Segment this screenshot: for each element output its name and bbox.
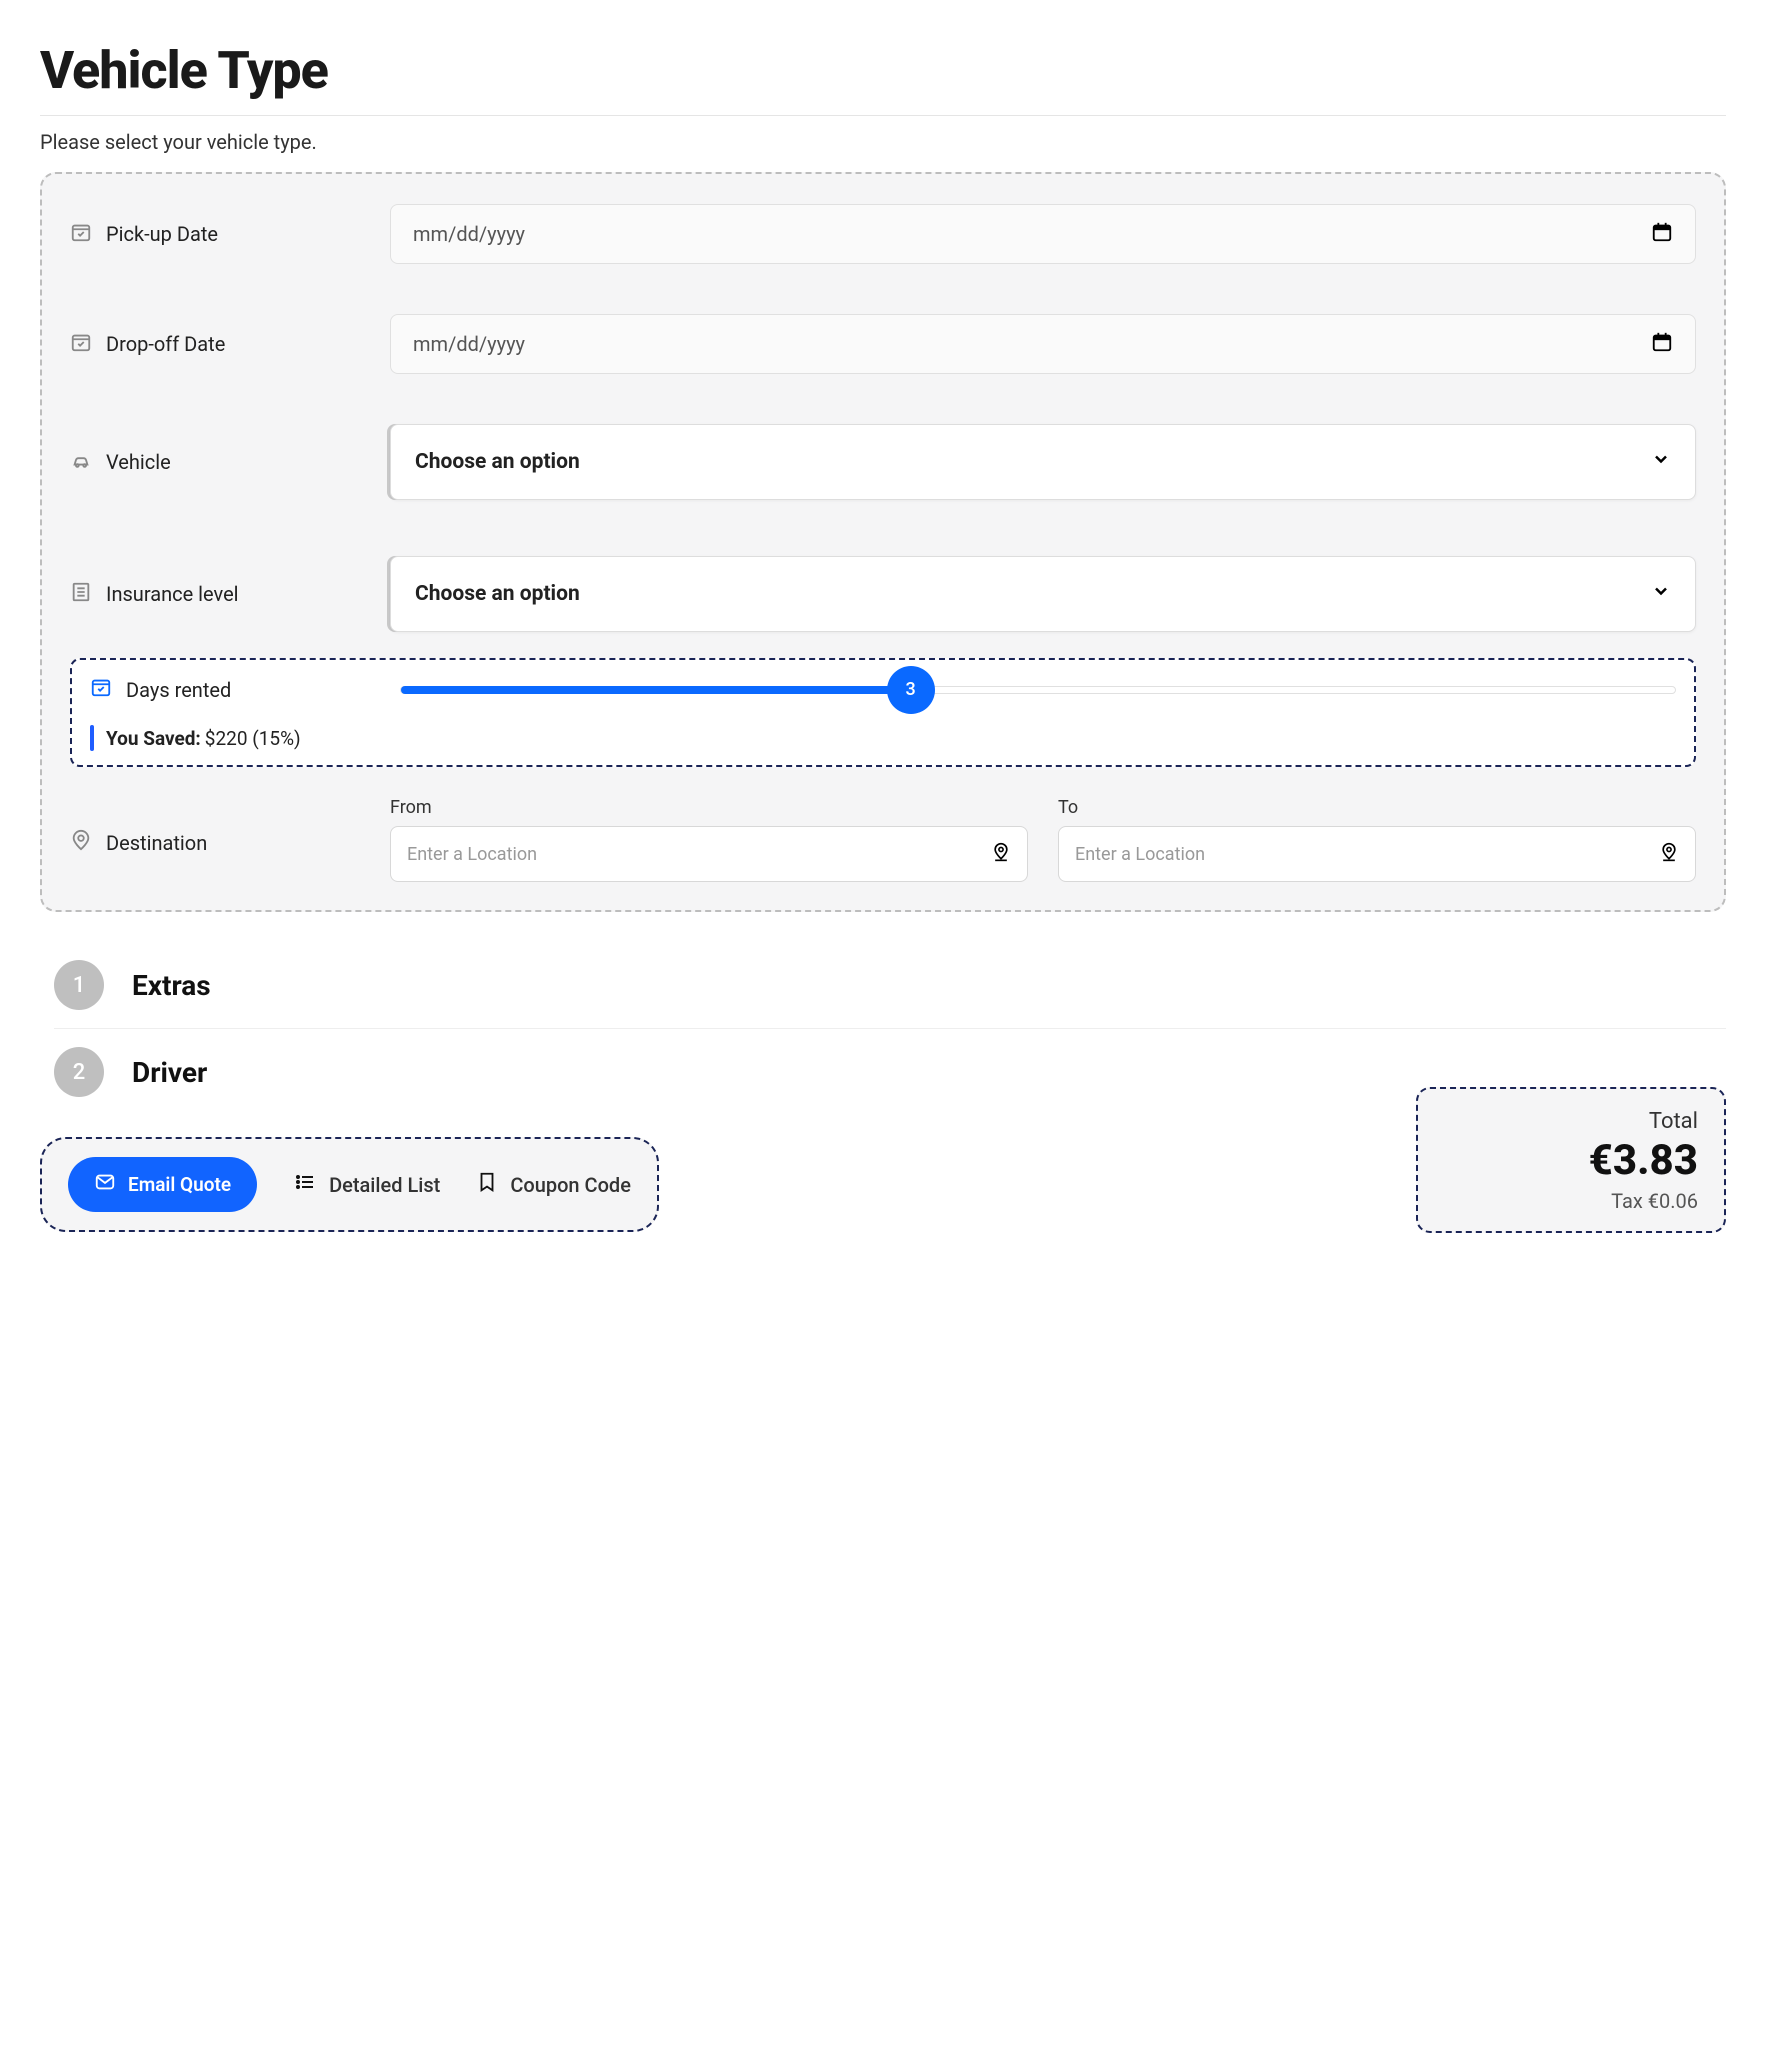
from-location-input[interactable]: Enter a Location: [390, 826, 1028, 882]
destination-inputs: From Enter a Location To Enter a Locatio…: [390, 797, 1696, 882]
slider-value: 3: [905, 679, 915, 700]
coupon-code-label: Coupon Code: [510, 1173, 631, 1197]
destination-label: Destination: [106, 831, 207, 855]
from-placeholder: Enter a Location: [407, 844, 537, 865]
map-pin-icon: [991, 842, 1011, 867]
pickup-date-placeholder: mm/dd/yyyy: [413, 222, 525, 246]
step-title: Driver: [132, 1056, 207, 1089]
coupon-code-button[interactable]: Coupon Code: [476, 1171, 631, 1198]
pickup-date-input[interactable]: mm/dd/yyyy: [390, 204, 1696, 264]
slider-thumb[interactable]: 3: [887, 666, 935, 714]
insurance-selected-value: Choose an option: [415, 582, 580, 606]
page-title: Vehicle Type: [40, 40, 1726, 101]
insurance-label-cell: Insurance level: [70, 581, 370, 608]
total-label: Total: [1444, 1109, 1698, 1134]
saved-row: You Saved: $220 (15%): [90, 725, 1676, 751]
dropoff-row: Drop-off Date mm/dd/yyyy: [70, 314, 1696, 374]
step-extras[interactable]: 1 Extras: [54, 942, 1726, 1028]
detailed-list-label: Detailed List: [329, 1173, 440, 1197]
title-divider: [40, 115, 1726, 116]
vehicle-select[interactable]: Choose an option: [390, 424, 1696, 500]
saved-value: $220 (15%): [205, 727, 301, 750]
location-icon: [70, 829, 92, 856]
calendar-check-icon: [70, 331, 92, 358]
saved-accent-bar: [90, 725, 94, 751]
to-placeholder: Enter a Location: [1075, 844, 1205, 865]
to-location-input[interactable]: Enter a Location: [1058, 826, 1696, 882]
saved-label: You Saved:: [106, 727, 201, 750]
insurance-label: Insurance level: [106, 582, 239, 606]
destination-row: Destination From Enter a Location To Ent…: [70, 797, 1696, 882]
insurance-select[interactable]: Choose an option: [390, 556, 1696, 632]
days-label-cell: Days rented: [90, 676, 380, 703]
vehicle-label-cell: Vehicle: [70, 449, 370, 476]
action-bar: Email Quote Detailed List Coupon Code: [40, 1137, 659, 1232]
tax-value: Tax €0.06: [1444, 1189, 1698, 1213]
destination-label-cell: Destination: [70, 797, 370, 856]
calendar-icon: [1651, 221, 1673, 248]
days-slider[interactable]: 3: [400, 686, 1676, 694]
dropoff-label: Drop-off Date: [106, 332, 225, 356]
dropoff-date-input[interactable]: mm/dd/yyyy: [390, 314, 1696, 374]
destination-to-col: To Enter a Location: [1058, 797, 1696, 882]
vehicle-row: Vehicle Choose an option: [70, 424, 1696, 500]
total-value: €3.83: [1444, 1136, 1698, 1185]
pickup-row: Pick-up Date mm/dd/yyyy: [70, 204, 1696, 264]
days-label: Days rented: [126, 678, 231, 702]
email-quote-button[interactable]: Email Quote: [68, 1157, 257, 1212]
dropoff-label-cell: Drop-off Date: [70, 331, 370, 358]
step-number: 1: [54, 960, 104, 1010]
pickup-label-cell: Pick-up Date: [70, 221, 370, 248]
from-label: From: [390, 797, 1028, 818]
destination-from-col: From Enter a Location: [390, 797, 1028, 882]
calendar-icon: [1651, 331, 1673, 358]
chevron-down-icon: [1651, 449, 1671, 475]
email-quote-label: Email Quote: [128, 1173, 231, 1196]
list-bullet-icon: [293, 1170, 317, 1199]
calendar-check-icon: [90, 676, 112, 703]
insurance-row: Insurance level Choose an option: [70, 556, 1696, 632]
slider-track: 3: [400, 686, 1676, 694]
bookmark-icon: [476, 1171, 498, 1198]
step-title: Extras: [132, 969, 211, 1002]
days-row: Days rented 3: [90, 676, 1676, 703]
map-pin-icon: [1659, 842, 1679, 867]
vehicle-label: Vehicle: [106, 450, 171, 474]
detailed-list-button[interactable]: Detailed List: [293, 1170, 440, 1199]
total-summary: Total €3.83 Tax €0.06: [1416, 1087, 1726, 1233]
page-subtitle: Please select your vehicle type.: [40, 130, 1726, 154]
days-rented-section: Days rented 3 You Saved: $220 (15%): [70, 658, 1696, 767]
dropoff-date-placeholder: mm/dd/yyyy: [413, 332, 525, 356]
pickup-label: Pick-up Date: [106, 222, 218, 246]
mail-icon: [94, 1171, 116, 1198]
step-number: 2: [54, 1047, 104, 1097]
slider-fill: [401, 686, 911, 694]
chevron-down-icon: [1651, 581, 1671, 607]
calendar-check-icon: [70, 221, 92, 248]
to-label: To: [1058, 797, 1696, 818]
form-panel: Pick-up Date mm/dd/yyyy Drop-off Date mm…: [40, 172, 1726, 912]
list-icon: [70, 581, 92, 608]
vehicle-selected-value: Choose an option: [415, 450, 580, 474]
car-icon: [70, 449, 92, 476]
